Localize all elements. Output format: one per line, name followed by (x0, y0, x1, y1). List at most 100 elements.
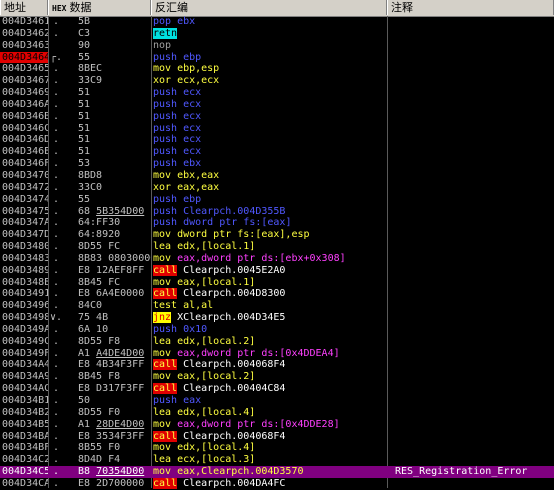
row-disassembly[interactable]: nop (151, 40, 387, 52)
row-comment[interactable] (387, 16, 554, 28)
row-address[interactable]: 004D349A (0, 324, 48, 336)
row-hex-bytes[interactable]: 51 (64, 134, 151, 146)
row-disassembly[interactable]: mov ebx,eax (151, 170, 387, 182)
row-address[interactable]: 004D3465 (0, 63, 48, 75)
row-hex-bytes[interactable]: A1 A4DE4D00 (64, 348, 151, 360)
row-address[interactable]: 004D346A (0, 99, 48, 111)
row-hex-bytes[interactable]: E8 D317F3FF (64, 383, 151, 395)
row-comment[interactable] (387, 253, 554, 265)
row-comment[interactable] (387, 312, 554, 324)
row-hex-bytes[interactable]: E8 12AEF8FF (64, 265, 151, 277)
row-hex-bytes[interactable]: 8D4D F4 (64, 454, 151, 466)
disasm-row[interactable]: 004D3464 ┌. 55 push ebp (0, 51, 554, 64)
row-hex-bytes[interactable]: 5B (64, 16, 151, 28)
row-disassembly[interactable]: mov eax,dword ptr ds:[ebx+0x308] (151, 253, 387, 265)
row-disassembly[interactable]: lea edx,[local.1] (151, 241, 387, 253)
row-hex-bytes[interactable]: 90 (64, 40, 151, 52)
row-address[interactable]: 004D3474 (0, 194, 48, 206)
row-disassembly[interactable]: call Clearpch.0045E2A0 (151, 264, 387, 277)
row-hex-bytes[interactable]: 51 (64, 87, 151, 99)
disasm-row[interactable]: 004D347A. 64:FF30 push dword ptr fs:[eax] (0, 217, 554, 229)
row-address[interactable]: 004D3475 (0, 206, 48, 218)
row-disassembly[interactable]: test al,al (151, 300, 387, 312)
row-disassembly[interactable]: xor ecx,ecx (151, 75, 387, 87)
row-address[interactable]: 004D3498 (0, 312, 48, 324)
row-address[interactable]: 004D346E (0, 146, 48, 158)
row-disassembly[interactable]: call Clearpch.00404C84 (151, 383, 387, 395)
row-hex-bytes[interactable]: 8B45 FC (64, 277, 151, 289)
row-comment[interactable] (387, 134, 554, 146)
row-hex-bytes[interactable]: 8B55 F0 (64, 442, 151, 454)
row-disassembly[interactable]: mov edx,[local.4] (151, 442, 387, 454)
row-address[interactable]: 004D34BF (0, 442, 48, 454)
disasm-row[interactable]: 004D3463 90 nop (0, 40, 554, 52)
row-hex-bytes[interactable]: 55 (64, 52, 151, 64)
row-disassembly[interactable]: pop ebx (151, 16, 387, 28)
disasm-row[interactable]: 004D3467. 33C9 xor ecx,ecx (0, 75, 554, 87)
row-address[interactable]: 004D34C5 (0, 466, 48, 478)
row-disassembly[interactable]: push ecx (151, 111, 387, 123)
row-address[interactable]: 004D346C (0, 123, 48, 135)
disasm-row[interactable]: 004D34BF. 8B55 F0 mov edx,[local.4] (0, 442, 554, 454)
row-disassembly[interactable]: push ecx (151, 134, 387, 146)
row-address[interactable]: 004D3463 (0, 40, 48, 52)
row-disassembly[interactable]: mov dword ptr fs:[eax],esp (151, 229, 387, 241)
disasm-row[interactable]: 004D3462. C3 retn (0, 27, 554, 40)
row-comment[interactable] (387, 75, 554, 87)
row-hex-bytes[interactable]: B8 70354D00 (64, 466, 151, 478)
row-disassembly[interactable]: call Clearpch.004068F4 (151, 430, 387, 443)
row-disassembly[interactable]: mov ebp,esp (151, 63, 387, 75)
row-disassembly[interactable]: push 0x10 (151, 324, 387, 336)
row-address[interactable]: 004D347D (0, 229, 48, 241)
row-disassembly[interactable]: retn (151, 27, 387, 40)
disasm-row[interactable]: 004D3498 ∨. 75 4B jnz XClearpch.004D34E5 (0, 312, 554, 324)
row-disassembly[interactable]: push Clearpch.004D355B (151, 206, 387, 218)
row-hex-bytes[interactable]: 8D55 F8 (64, 336, 151, 348)
row-hex-bytes[interactable]: 50 (64, 395, 151, 407)
row-comment[interactable] (387, 300, 554, 312)
row-disassembly[interactable]: push ecx (151, 87, 387, 99)
row-address[interactable]: 004D3489 (0, 265, 48, 277)
row-address[interactable]: 004D3470 (0, 170, 48, 182)
row-comment[interactable] (387, 170, 554, 182)
row-hex-bytes[interactable]: 55 (64, 194, 151, 206)
row-hex-bytes[interactable]: 8D55 FC (64, 241, 151, 253)
row-comment[interactable] (387, 348, 554, 360)
row-comment[interactable] (387, 182, 554, 194)
row-comment[interactable] (387, 123, 554, 135)
column-header-comment[interactable]: 注释 (387, 0, 554, 15)
row-disassembly[interactable]: push ecx (151, 123, 387, 135)
row-hex-bytes[interactable]: 8BEC (64, 63, 151, 75)
row-hex-bytes[interactable]: 8BD8 (64, 170, 151, 182)
row-hex-bytes[interactable]: 53 (64, 158, 151, 170)
disasm-row[interactable]: 004D3474. 55 push ebp (0, 194, 554, 206)
row-comment[interactable] (387, 63, 554, 75)
row-comment[interactable] (387, 277, 554, 289)
row-comment[interactable] (387, 28, 554, 40)
row-disassembly[interactable]: push ebp (151, 194, 387, 206)
row-disassembly[interactable]: mov eax,dword ptr ds:[0x4DDEA4] (151, 348, 387, 360)
disasm-row[interactable]: 004D3489. E8 12AEF8FF call Clearpch.0045E2A… (0, 264, 554, 277)
row-address[interactable]: 004D3483 (0, 253, 48, 265)
row-comment[interactable] (387, 407, 554, 419)
row-hex-bytes[interactable]: E8 6A4E0000 (64, 288, 151, 300)
row-hex-bytes[interactable]: 33C0 (64, 182, 151, 194)
row-comment[interactable] (387, 40, 554, 52)
row-address[interactable]: 004D34B5 (0, 419, 48, 431)
row-disassembly[interactable]: call Clearpch.004068F4 (151, 359, 387, 371)
row-address[interactable]: 004D3467 (0, 75, 48, 87)
disasm-row[interactable]: 004D3496. 84C0 test al,al (0, 300, 554, 312)
disassembly-pane[interactable]: 地址 HEX 数据 反汇编 注释 004D3461. 5B pop ebx 004D346… (0, 0, 554, 489)
disasm-row[interactable]: 004D3465. 8BEC mov ebp,esp (0, 63, 554, 75)
row-hex-bytes[interactable]: 75 4B (64, 312, 151, 324)
disasm-row[interactable]: 004D3491. E8 6A4E0000 call Clearpch.004D830… (0, 288, 554, 300)
row-comment[interactable] (387, 336, 554, 348)
row-disassembly[interactable]: call Clearpch.004D8300 (151, 288, 387, 300)
row-address[interactable]: 004D34AC (0, 383, 48, 395)
column-header-disasm[interactable]: 反汇编 (151, 0, 387, 15)
row-comment[interactable] (387, 442, 554, 454)
row-comment[interactable] (387, 111, 554, 123)
disasm-row[interactable]: 004D34B2. 8D55 F0 lea edx,[local.4] (0, 407, 554, 419)
disasm-row[interactable]: 004D34C5. B8 70354D00 mov eax,Clearpch.004D… (0, 466, 554, 478)
row-disassembly[interactable]: mov eax,[local.1] (151, 277, 387, 289)
